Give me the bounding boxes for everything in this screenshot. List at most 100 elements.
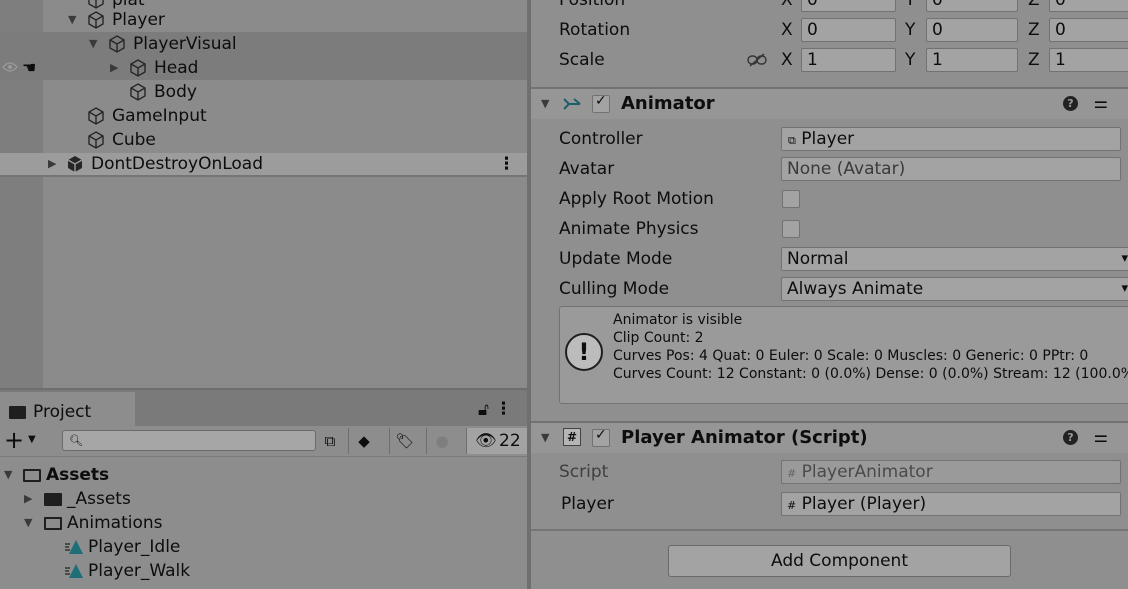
- hierarchy-scene-dontdestroyonload[interactable]: ▶ DontDestroyOnLoad ⋮: [0, 153, 527, 177]
- project-asset-player-idle[interactable]: Player_Idle: [0, 535, 527, 559]
- hierarchy-item-head[interactable]: ☚ ▶ Head: [0, 56, 527, 80]
- add-component-button[interactable]: Add Component: [668, 545, 1011, 577]
- eye-icon[interactable]: [2, 61, 18, 73]
- scale-x-field[interactable]: 1: [801, 48, 896, 72]
- axis-x-label[interactable]: X: [781, 0, 793, 15]
- rotation-y-field[interactable]: 0: [926, 18, 1018, 42]
- collapse-arrow-icon[interactable]: ▼: [541, 423, 549, 452]
- culling-mode-dropdown[interactable]: Always Animate: [781, 277, 1128, 301]
- axis-x-label[interactable]: X: [781, 15, 793, 45]
- axis-y-label[interactable]: Y: [905, 45, 915, 75]
- animator-component-header[interactable]: ▼ Animator ? ⚌: [531, 87, 1128, 119]
- help-icon[interactable]: ?: [1063, 96, 1078, 111]
- position-z-field[interactable]: 0: [1049, 0, 1128, 12]
- player-value: Player (Player): [801, 494, 927, 514]
- position-y-field[interactable]: 0: [926, 0, 1018, 12]
- field-label: Update Mode: [559, 249, 673, 269]
- search-scene-icon[interactable]: ⧉: [316, 428, 344, 454]
- folder-label: Assets: [46, 465, 110, 485]
- axis-y-label[interactable]: Y: [905, 0, 915, 15]
- tab-project[interactable]: Project: [0, 392, 135, 428]
- animator-controller-row: Controller ⧉ Player: [531, 124, 1128, 154]
- lock-icon[interactable]: 🔓︎: [478, 399, 489, 421]
- expand-arrow-icon[interactable]: ▶: [24, 487, 32, 511]
- folder-open-icon: [23, 469, 41, 482]
- hierarchy-item-cube[interactable]: Cube: [0, 128, 527, 152]
- hierarchy-item-label: Cube: [112, 130, 156, 150]
- preset-sliders-icon[interactable]: ⚌: [1094, 91, 1108, 115]
- project-folder-animations[interactable]: ▼ Animations: [0, 511, 527, 535]
- create-plus-icon[interactable]: +: [4, 426, 24, 454]
- chevron-down-icon[interactable]: ▼: [28, 434, 36, 445]
- eye-slash-icon: 👁︎: [475, 431, 497, 451]
- project-folder-underscore-assets[interactable]: ▶ _Assets: [0, 487, 527, 511]
- field-label: Rotation: [559, 20, 631, 40]
- apply-root-motion-row: Apply Root Motion: [531, 184, 1128, 214]
- player-object-field[interactable]: # Player (Player): [781, 492, 1121, 516]
- collapse-arrow-icon[interactable]: ▼: [541, 89, 549, 118]
- controller-value: Player: [801, 129, 855, 149]
- cube-icon: [88, 131, 104, 149]
- search-icon: 🔍︎: [69, 434, 83, 447]
- hierarchy-item-body[interactable]: Body: [0, 80, 527, 104]
- expand-arrow-icon[interactable]: ▼: [68, 8, 76, 32]
- scale-y-field[interactable]: 1: [926, 48, 1018, 72]
- avatar-object-field[interactable]: None (Avatar): [781, 157, 1121, 181]
- project-folder-assets[interactable]: ▼ Assets: [0, 463, 527, 487]
- info-line: Curves Pos: 4 Quat: 0 Euler: 0 Scale: 0 …: [613, 348, 1089, 364]
- axis-z-label[interactable]: Z: [1028, 15, 1040, 45]
- component-separator: [531, 529, 1128, 531]
- filter-by-type-icon[interactable]: ◆: [348, 428, 379, 454]
- expand-arrow-icon[interactable]: ▶: [110, 56, 118, 80]
- hierarchy-item-playervisual[interactable]: ▼ PlayerVisual: [0, 32, 527, 56]
- update-mode-dropdown[interactable]: Normal: [781, 247, 1128, 271]
- player-animator-enabled-checkbox[interactable]: [592, 427, 610, 447]
- cube-icon: [109, 35, 125, 53]
- animation-clip-icon: [65, 540, 83, 554]
- hierarchy-item-label: Body: [154, 82, 197, 102]
- rotation-z-field[interactable]: 0: [1049, 18, 1128, 42]
- animator-enabled-checkbox[interactable]: [592, 93, 610, 113]
- scale-z-field[interactable]: 1: [1049, 48, 1128, 72]
- transform-position-row: Position X 0 Y 0 Z 0: [531, 0, 1128, 15]
- hand-icon[interactable]: ☚: [22, 58, 36, 78]
- expand-arrow-icon[interactable]: ▼: [24, 511, 32, 535]
- preset-sliders-icon[interactable]: ⚌: [1094, 425, 1108, 449]
- project-asset-player-walk[interactable]: Player_Walk: [0, 559, 527, 583]
- field-label: Animate Physics: [559, 219, 699, 239]
- save-search-icon[interactable]: ●: [426, 428, 457, 454]
- hierarchy-item-player[interactable]: ▼ Player: [0, 8, 527, 32]
- search-input[interactable]: 🔍︎: [62, 430, 316, 451]
- animate-physics-checkbox[interactable]: [782, 220, 800, 238]
- hidden-count: 22: [499, 431, 521, 451]
- transform-rotation-row: Rotation X 0 Y 0 Z 0: [531, 15, 1128, 45]
- expand-arrow-icon[interactable]: ▼: [4, 463, 12, 487]
- axis-z-label[interactable]: Z: [1028, 0, 1040, 15]
- constrain-proportions-icon[interactable]: [747, 53, 767, 67]
- update-mode-value: Normal: [787, 249, 849, 269]
- more-options-icon[interactable]: ⋮: [495, 398, 512, 420]
- hidden-packages-toggle[interactable]: 👁︎ 22: [466, 428, 528, 454]
- hierarchy-item-gameinput[interactable]: GameInput: [0, 104, 527, 128]
- rotation-x-field[interactable]: 0: [801, 18, 896, 42]
- expand-arrow-icon[interactable]: ▼: [89, 32, 97, 56]
- hierarchy-item-label: Head: [154, 58, 199, 78]
- more-options-icon[interactable]: ⋮: [498, 153, 515, 175]
- expand-arrow-icon[interactable]: ▶: [48, 153, 56, 175]
- help-icon[interactable]: ?: [1063, 430, 1078, 445]
- axis-y-label[interactable]: Y: [905, 15, 915, 45]
- controller-object-field[interactable]: ⧉ Player: [781, 127, 1121, 151]
- position-x-field[interactable]: 0: [801, 0, 896, 12]
- info-exclamation-icon: !: [565, 333, 603, 371]
- asset-label: Player_Idle: [88, 537, 181, 557]
- axis-z-label[interactable]: Z: [1028, 45, 1040, 75]
- player-animator-component-header[interactable]: ▼ # Player Animator (Script) ? ⚌: [531, 421, 1128, 453]
- field-label: Player: [561, 494, 614, 514]
- script-hash-icon: #: [563, 428, 581, 446]
- apply-root-motion-checkbox[interactable]: [782, 190, 800, 208]
- filter-by-label-icon[interactable]: 🏷︎: [389, 428, 420, 454]
- axis-x-label[interactable]: X: [781, 45, 793, 75]
- tab-label: Project: [33, 402, 92, 422]
- field-label: Culling Mode: [559, 279, 670, 299]
- update-mode-row: Update Mode Normal: [531, 244, 1128, 274]
